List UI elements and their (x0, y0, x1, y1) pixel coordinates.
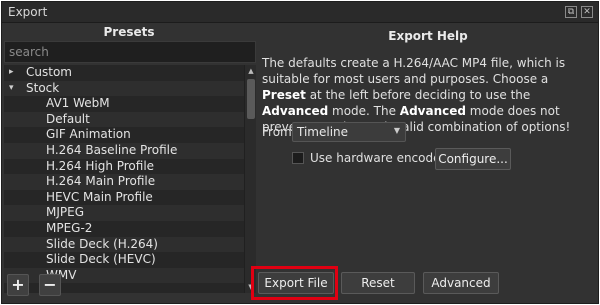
from-label: From (262, 125, 292, 139)
preset-item-label: H.264 High Profile (46, 158, 155, 173)
from-select-value: Timeline (297, 125, 349, 139)
remove-preset-button[interactable]: − (39, 274, 61, 296)
chevron-down-icon: ▼ (393, 126, 400, 135)
search-input[interactable]: search (4, 41, 256, 63)
preset-item-slide-deck-hevc[interactable]: Slide Deck (HEVC) (4, 252, 244, 268)
preset-item-label: HEVC Main Profile (46, 189, 153, 204)
preset-item-h264-baseline[interactable]: H.264 Baseline Profile (4, 142, 244, 159)
preset-item-label: MJPEG (46, 205, 85, 220)
scrollbar-thumb[interactable] (247, 79, 255, 119)
help-header: Export Help (388, 29, 468, 43)
preset-item-label: GIF Animation (46, 127, 131, 142)
tree-item-label: Stock (26, 80, 60, 95)
preset-item-gif-animation[interactable]: GIF Animation (4, 127, 244, 143)
export-window: Export ⧉ ✕ Presets search ▸ Custom ▾ Sto… (1, 1, 599, 304)
export-file-highlight (251, 266, 338, 300)
preset-item-hevc-main[interactable]: HEVC Main Profile (4, 190, 244, 206)
hardware-encoder-checkbox[interactable] (292, 152, 304, 164)
help-text-part: The defaults create a H.264/AAC MP4 file… (262, 56, 566, 86)
collapse-arrow-icon[interactable]: ▾ (9, 81, 14, 97)
title-bar: Export ⧉ ✕ (2, 2, 598, 23)
preset-item-mjpeg[interactable]: MJPEG (4, 205, 244, 221)
tree-item-custom[interactable]: ▸ Custom (4, 65, 244, 81)
close-icon[interactable]: ✕ (581, 6, 593, 18)
preset-item-label: MPEG-2 (46, 220, 93, 235)
window-title: Export (8, 5, 48, 19)
scroll-up-arrow-icon[interactable]: ▲ (245, 65, 257, 77)
preset-item-h264-high[interactable]: H.264 High Profile (4, 159, 244, 175)
presets-scrollbar[interactable]: ▲ ▼ (244, 65, 256, 293)
expand-arrow-icon[interactable]: ▸ (9, 65, 14, 81)
preset-item-h264-main[interactable]: H.264 Main Profile (4, 174, 244, 190)
configure-button[interactable]: Configure... (435, 148, 511, 170)
advanced-button[interactable]: Advanced (423, 272, 499, 294)
help-text-bold: Preset (262, 88, 306, 102)
export-help-panel: Export Help The defaults create a H.264/… (258, 23, 598, 304)
preset-item-slide-deck-h264[interactable]: Slide Deck (H.264) (4, 236, 244, 253)
presets-panel: Presets search ▸ Custom ▾ Stock AV1 WebM… (2, 23, 256, 304)
float-window-icon[interactable]: ⧉ (565, 6, 577, 18)
preset-item-label: Default (46, 111, 90, 126)
hardware-encoder-label: Use hardware encoder (310, 151, 446, 165)
preset-item-mpeg2[interactable]: MPEG-2 (4, 221, 244, 237)
preset-item-label: AV1 WebM (46, 96, 110, 111)
add-preset-button[interactable]: + (7, 274, 29, 296)
help-text-part: mode. The (328, 104, 400, 118)
from-select[interactable]: Timeline ▼ (292, 122, 406, 142)
help-text-part: at the left before deciding to use the (305, 88, 531, 102)
preset-item-label: Slide Deck (HEVC) (46, 252, 156, 267)
preset-item-label: H.264 Baseline Profile (46, 142, 178, 157)
tree-item-stock[interactable]: ▾ Stock (4, 80, 244, 97)
help-text-bold: Advanced (262, 104, 329, 118)
preset-item-label: H.264 Main Profile (46, 174, 156, 189)
presets-header: Presets (103, 25, 155, 39)
preset-item-default[interactable]: Default (4, 111, 244, 128)
reset-button[interactable]: Reset (341, 272, 415, 294)
preset-item-label: Slide Deck (H.264) (46, 236, 158, 251)
help-text-bold: Advanced (399, 104, 466, 118)
preset-item-av1-webm[interactable]: AV1 WebM (4, 96, 244, 112)
tree-item-label: Custom (26, 65, 72, 79)
presets-list: ▸ Custom ▾ Stock AV1 WebM Default GIF An… (4, 65, 244, 293)
